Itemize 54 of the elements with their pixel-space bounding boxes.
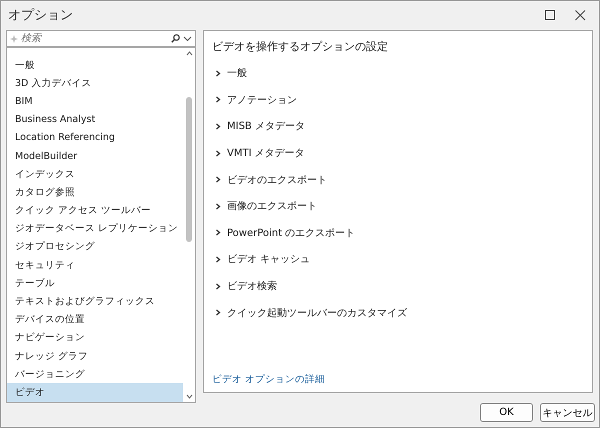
sidebar-item[interactable]: バージョニング	[7, 365, 183, 384]
ok-button[interactable]: OK	[480, 403, 533, 422]
scrollbar-thumb[interactable]	[186, 97, 192, 242]
section-header[interactable]: ビデオ キャッシュ	[227, 252, 310, 266]
sidebar-item[interactable]: ビデオ	[7, 383, 183, 402]
sidebar-item[interactable]: カタログ参照	[7, 183, 183, 202]
sidebar-item[interactable]: デバイスの位置	[7, 310, 183, 329]
sidebar-item[interactable]: Location Referencing	[7, 128, 183, 147]
sidebar-item[interactable]: ジオデータベース レプリケーション	[7, 220, 183, 238]
chevron-icon[interactable]	[215, 122, 221, 130]
sidebar-item[interactable]: インデックス	[7, 165, 183, 184]
sidebar-item[interactable]: Business Analyst	[7, 110, 183, 129]
section-header[interactable]: ビデオ検索	[227, 279, 277, 294]
sidebar-item[interactable]: ナビゲーション	[7, 328, 183, 347]
sidebar-item[interactable]: セキュリティ	[7, 256, 183, 274]
sidebar-item[interactable]: 一般	[7, 56, 183, 74]
sidebar-item[interactable]: クイック アクセス ツールバー	[7, 202, 183, 220]
chevron-icon[interactable]	[215, 150, 221, 157]
sidebar-item[interactable]: ジオプロセシング	[7, 238, 183, 256]
chevron-icon[interactable]	[215, 202, 221, 210]
sidebar-item[interactable]: BIM	[7, 92, 183, 111]
section-header[interactable]: MISB メタデータ	[227, 119, 305, 134]
section-header[interactable]: VMTI メタデータ	[227, 146, 305, 160]
sidebar-item[interactable]: テーブル	[7, 274, 183, 292]
section-header[interactable]: アノテーション	[227, 92, 297, 107]
maximize-icon[interactable]	[544, 10, 556, 20]
sparkle-icon	[10, 34, 18, 42]
cancel-button[interactable]: キャンセル	[540, 403, 595, 422]
chevron-icon[interactable]	[215, 96, 221, 104]
scroll-down-icon[interactable]	[186, 394, 192, 399]
section-header[interactable]: 一般	[227, 66, 247, 80]
section-header[interactable]: ビデオのエクスポート	[227, 172, 327, 187]
sidebar-item[interactable]: テキストおよびグラフィックス	[7, 292, 183, 311]
content-heading: ビデオを操作するオプションの設定	[212, 39, 389, 54]
details-link[interactable]: ビデオ オプションの詳細	[212, 373, 326, 386]
scroll-up-icon[interactable]	[186, 51, 192, 56]
section-header[interactable]: クイック起動ツールバーのカスタマイズ	[227, 306, 407, 320]
chevron-icon[interactable]	[215, 256, 221, 263]
search-input[interactable]: 検索	[21, 33, 168, 44]
section-header[interactable]: PowerPoint のエクスポート	[227, 226, 356, 240]
chevron-icon[interactable]	[215, 229, 221, 236]
section-header[interactable]: 画像のエクスポート	[227, 199, 317, 214]
sidebar-item[interactable]: 3D 入力デバイス	[7, 74, 183, 92]
chevron-icon[interactable]	[215, 70, 221, 77]
close-icon[interactable]	[574, 10, 586, 20]
window-title: オプション	[8, 7, 74, 24]
dropdown-caret-icon[interactable]	[183, 36, 192, 42]
sidebar-item[interactable]: ModelBuilder	[7, 146, 183, 166]
chevron-icon[interactable]	[215, 309, 221, 316]
chevron-icon[interactable]	[215, 282, 221, 290]
search-icon[interactable]	[171, 34, 180, 43]
search-field[interactable]: 検索	[6, 30, 196, 47]
chevron-icon[interactable]	[215, 176, 221, 184]
sidebar-item[interactable]: ナレッジ グラフ	[7, 347, 183, 366]
